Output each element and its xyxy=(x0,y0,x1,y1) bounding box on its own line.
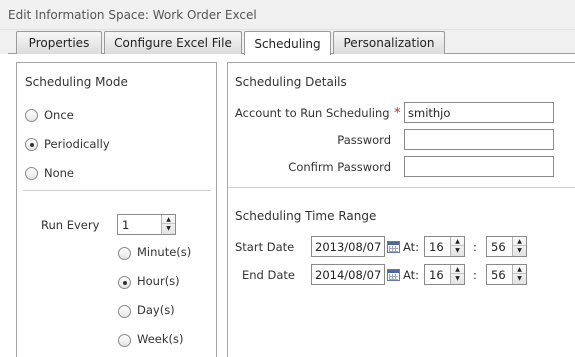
radio-none-label: None xyxy=(44,166,75,180)
radio-minutes-label: Minute(s) xyxy=(137,245,192,259)
start-hour-stepper[interactable]: 16 ▲ ▼ xyxy=(424,236,465,257)
calendar-icon[interactable] xyxy=(387,269,400,281)
scheduling-mode-panel: Scheduling Mode Once Periodically None R… xyxy=(16,62,217,357)
tab-label: Properties xyxy=(28,36,90,50)
stepper-arrows: ▲ ▼ xyxy=(512,265,526,284)
scheduling-details-panel: Scheduling Details Account to Run Schedu… xyxy=(227,62,575,357)
scheduling-details-title: Scheduling Details xyxy=(235,75,347,89)
run-every-stepper[interactable]: 1 ▲ ▼ xyxy=(117,214,176,235)
tab-label: Scheduling xyxy=(254,36,321,51)
tab-properties[interactable]: Properties xyxy=(16,31,102,54)
run-every-label: Run Every xyxy=(41,218,100,232)
end-date-label: End Date xyxy=(242,268,295,282)
spin-up-icon[interactable]: ▲ xyxy=(162,215,175,224)
spin-up-icon[interactable]: ▲ xyxy=(513,265,526,274)
start-date-label: Start Date xyxy=(235,240,295,254)
radio-once[interactable] xyxy=(25,109,38,122)
spin-up-icon[interactable]: ▲ xyxy=(513,237,526,246)
stepper-arrows: ▲ ▼ xyxy=(450,265,464,284)
end-date-field[interactable] xyxy=(311,264,385,285)
confirm-password-label: Confirm Password xyxy=(288,160,391,174)
radio-weeks[interactable] xyxy=(118,334,131,347)
time-colon: : xyxy=(473,240,477,254)
time-colon: : xyxy=(473,268,477,282)
end-minute-stepper[interactable]: 56 ▲ ▼ xyxy=(486,264,527,285)
stepper-arrows: ▲ ▼ xyxy=(161,215,175,234)
start-hour-value: 16 xyxy=(429,240,444,254)
start-at-label: At: xyxy=(403,240,420,254)
tab-label: Personalization xyxy=(343,36,435,50)
account-label: Account to Run Scheduling xyxy=(235,106,390,120)
radio-once-label: Once xyxy=(44,108,74,122)
window-titlebar: Edit Information Space: Work Order Excel xyxy=(0,0,575,30)
password-label: Password xyxy=(337,133,391,147)
spin-down-icon[interactable]: ▼ xyxy=(451,274,464,283)
radio-hours-label: Hour(s) xyxy=(137,274,180,288)
confirm-password-field[interactable] xyxy=(404,156,554,177)
stepper-arrows: ▲ ▼ xyxy=(512,237,526,256)
tab-configure-excel-file[interactable]: Configure Excel File xyxy=(104,31,242,54)
radio-weeks-label: Week(s) xyxy=(137,332,184,346)
radio-periodically[interactable] xyxy=(25,138,38,151)
end-hour-value: 16 xyxy=(429,268,444,282)
start-date-field[interactable] xyxy=(311,236,385,257)
radio-minutes[interactable] xyxy=(118,247,131,260)
radio-days[interactable] xyxy=(118,305,131,318)
spin-up-icon[interactable]: ▲ xyxy=(451,265,464,274)
tab-personalization[interactable]: Personalization xyxy=(333,31,445,54)
stepper-arrows: ▲ ▼ xyxy=(450,237,464,256)
run-every-value: 1 xyxy=(122,218,130,232)
radio-hours[interactable] xyxy=(118,276,131,289)
radio-days-label: Day(s) xyxy=(137,303,175,317)
scheduling-mode-title: Scheduling Mode xyxy=(25,75,128,89)
calendar-icon[interactable] xyxy=(387,241,400,253)
spin-down-icon[interactable]: ▼ xyxy=(162,224,175,233)
end-at-label: At: xyxy=(403,268,420,282)
start-minute-stepper[interactable]: 56 ▲ ▼ xyxy=(486,236,527,257)
tab-scheduling[interactable]: Scheduling xyxy=(244,31,331,55)
end-minute-value: 56 xyxy=(491,268,506,282)
tab-label: Configure Excel File xyxy=(114,36,232,50)
time-range-title: Scheduling Time Range xyxy=(235,209,377,223)
end-hour-stepper[interactable]: 16 ▲ ▼ xyxy=(424,264,465,285)
spin-down-icon[interactable]: ▼ xyxy=(513,274,526,283)
required-marker: * xyxy=(394,106,401,121)
mode-divider xyxy=(23,190,211,191)
spin-down-icon[interactable]: ▼ xyxy=(513,246,526,255)
radio-none[interactable] xyxy=(25,167,38,180)
details-divider xyxy=(228,187,575,188)
spin-down-icon[interactable]: ▼ xyxy=(451,246,464,255)
start-minute-value: 56 xyxy=(491,240,506,254)
spin-up-icon[interactable]: ▲ xyxy=(451,237,464,246)
radio-periodically-label: Periodically xyxy=(44,137,110,151)
password-field[interactable] xyxy=(404,129,554,150)
window-title: Edit Information Space: Work Order Excel xyxy=(8,8,257,22)
account-field[interactable] xyxy=(404,102,554,123)
